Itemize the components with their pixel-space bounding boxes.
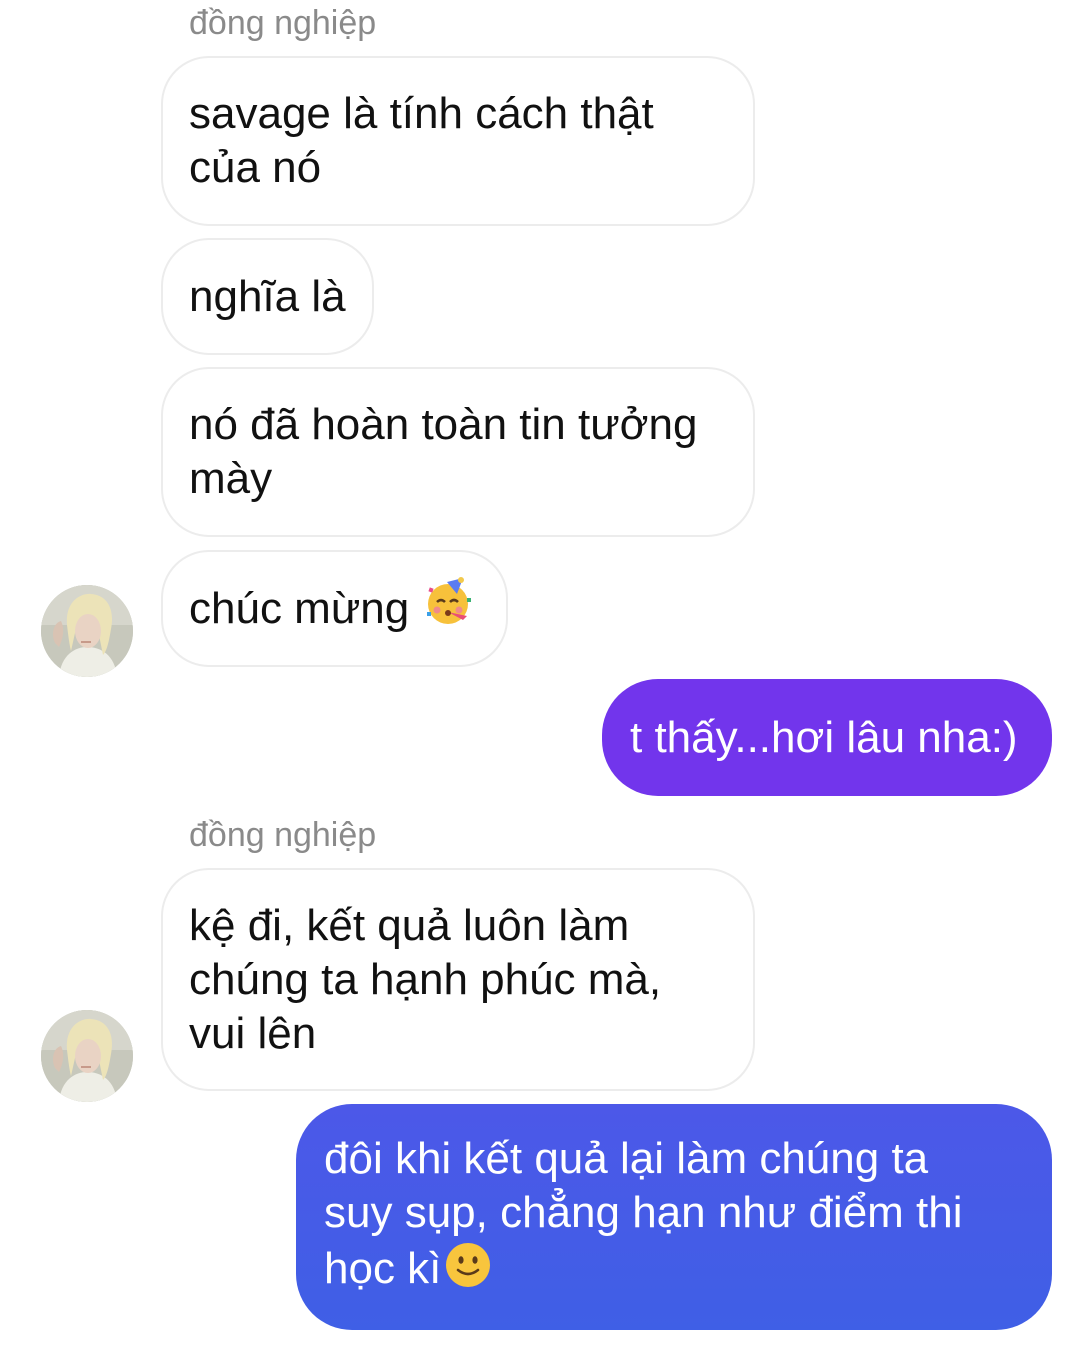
message-text: nghĩa là bbox=[189, 271, 346, 321]
incoming-message-bubble[interactable]: kệ đi, kết quả luôn làm chúng ta hạnh ph… bbox=[161, 868, 755, 1091]
slightly-smiling-face-icon bbox=[443, 1240, 493, 1303]
incoming-message-bubble[interactable]: savage là tính cách thật của nó bbox=[161, 56, 755, 226]
message-text: đôi khi kết quả lại làm chúng ta suy sụp… bbox=[324, 1132, 963, 1303]
incoming-message-bubble[interactable]: nghĩa là bbox=[161, 238, 374, 355]
sender-name-label: đồng nghiệp bbox=[189, 4, 377, 42]
incoming-message-bubble[interactable]: nó đã hoàn toàn tin tưởng mày bbox=[161, 367, 755, 537]
outgoing-message-bubble[interactable]: đôi khi kết quả lại làm chúng ta suy sụp… bbox=[296, 1104, 1052, 1330]
message-text: savage là tính cách thật của nó bbox=[189, 89, 654, 192]
incoming-message-bubble[interactable]: chúc mừng bbox=[161, 550, 508, 667]
message-text: kệ đi, kết quả luôn làm chúng ta hạnh ph… bbox=[189, 900, 662, 1058]
message-text-content: đôi khi kết quả lại làm chúng ta suy sụp… bbox=[324, 1133, 963, 1293]
contact-avatar[interactable] bbox=[41, 585, 133, 677]
message-text: nó đã hoàn toàn tin tưởng mày bbox=[189, 400, 698, 503]
message-text: t thấy...hơi lâu nha:) bbox=[630, 712, 1018, 762]
message-text: chúc mừng bbox=[189, 583, 410, 633]
outgoing-message-bubble[interactable]: t thấy...hơi lâu nha:) bbox=[602, 679, 1052, 796]
partying-face-icon bbox=[423, 576, 475, 641]
contact-avatar[interactable] bbox=[41, 1010, 133, 1102]
sender-name-label: đồng nghiệp bbox=[189, 816, 377, 854]
